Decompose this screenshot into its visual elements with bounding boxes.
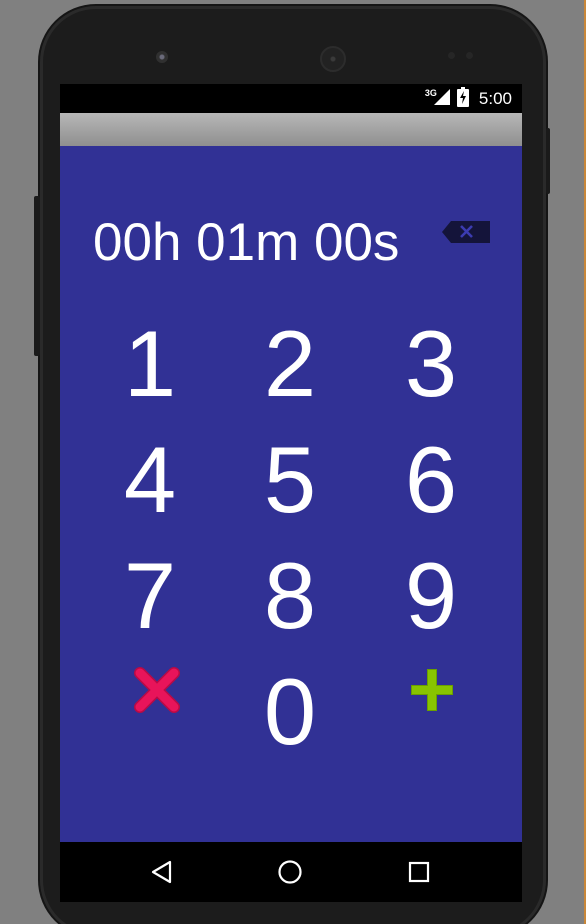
key-0[interactable]: 0 <box>230 662 350 762</box>
home-button[interactable] <box>274 856 306 888</box>
front-camera <box>156 51 168 63</box>
action-bar <box>60 113 522 146</box>
cancel-button[interactable] <box>97 640 217 740</box>
key-7[interactable]: 7 <box>90 546 210 646</box>
backspace-button[interactable] <box>442 221 490 243</box>
earpiece-speaker <box>320 46 346 72</box>
key-5[interactable]: 5 <box>230 430 350 530</box>
home-icon <box>278 860 302 884</box>
recents-icon <box>408 861 430 883</box>
status-time: 5:00 <box>478 89 512 108</box>
key-9[interactable]: 9 <box>371 546 491 646</box>
proximity-sensor <box>448 52 455 59</box>
key-1[interactable]: 1 <box>90 314 210 414</box>
backspace-icon <box>442 221 490 243</box>
key-6[interactable]: 6 <box>371 430 491 530</box>
timer-display: 00h 01m 00s <box>93 213 400 272</box>
power-button <box>546 128 550 194</box>
navigation-bar <box>60 842 522 902</box>
status-bar: 3G 5:00 <box>60 84 522 113</box>
key-8[interactable]: 8 <box>230 546 350 646</box>
network-type: 3G <box>424 88 437 98</box>
volume-button <box>34 196 40 356</box>
battery-charging-icon <box>456 87 469 111</box>
status-icons: 3G 5:00 <box>415 87 512 111</box>
add-icon <box>411 669 453 711</box>
back-icon <box>151 860 172 884</box>
add-button[interactable] <box>372 640 492 740</box>
key-2[interactable]: 2 <box>230 314 350 414</box>
cancel-icon <box>134 667 180 713</box>
timer-input-panel: 00h 01m 00s 1 2 3 4 5 6 7 8 9 0 <box>60 146 522 842</box>
light-sensor <box>466 52 473 59</box>
key-3[interactable]: 3 <box>371 314 491 414</box>
back-button[interactable] <box>146 856 178 888</box>
key-4[interactable]: 4 <box>90 430 210 530</box>
emulator-stage: 3G 5:00 00h 01m 00s 1 2 3 4 5 6 7 8 9 0 <box>0 0 586 924</box>
device-screen: 3G 5:00 00h 01m 00s 1 2 3 4 5 6 7 8 9 0 <box>60 84 522 902</box>
recents-button[interactable] <box>403 856 435 888</box>
